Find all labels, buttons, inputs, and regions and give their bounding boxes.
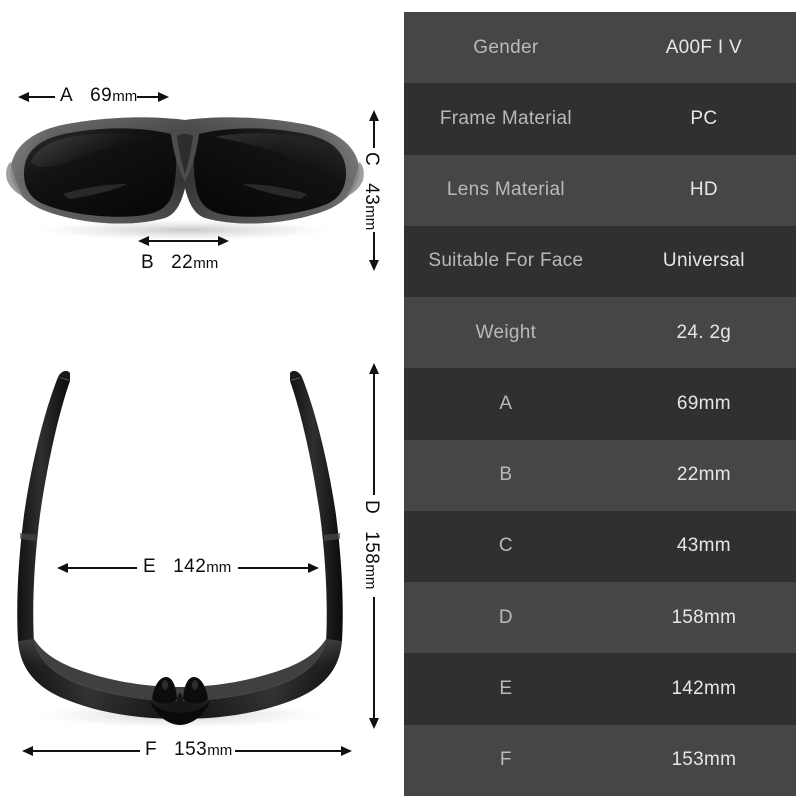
dimension-b-unit: mm [193, 255, 219, 272]
dimension-c-letter: C [361, 152, 382, 167]
spec-value: 142mm [671, 678, 737, 700]
spec-key: B [499, 464, 513, 486]
product-spec-image: A 69mm B 22mm C 43mm D 158mm E 142mm F 1… [0, 0, 800, 800]
spec-value: Universal [662, 250, 745, 272]
dimension-d-letter: D [361, 500, 382, 515]
spec-key: Suitable For Face [428, 250, 584, 272]
spec-key: Gender [473, 36, 539, 58]
spec-key: Lens Material [446, 179, 565, 201]
sunglasses-top-image [17, 370, 343, 729]
table-row: C 43mm [404, 510, 796, 583]
dimension-d-unit: mm [362, 564, 379, 590]
spec-key: Weight [475, 321, 537, 343]
spec-value: 22mm [676, 464, 731, 486]
table-row: Lens Material HD [404, 154, 796, 226]
table-row: F 153mm [404, 724, 796, 796]
table-row: E 142mm [404, 653, 796, 725]
dimension-c-unit: mm [362, 205, 379, 231]
table-row: D 158mm [404, 582, 796, 654]
dimension-f-letter: F [145, 739, 158, 760]
spec-value: HD [689, 179, 718, 201]
spec-value: 69mm [676, 392, 731, 414]
spec-key: E [499, 678, 513, 700]
table-row: Weight 24. 2g [404, 297, 796, 369]
table-row: Gender A00F I V [404, 12, 796, 84]
dimension-f-label: F 153mm [145, 739, 232, 761]
dimension-b-value: 22 [171, 252, 194, 273]
dimension-d-value: 158 [361, 531, 382, 565]
dimension-d-label: D 158mm [360, 500, 382, 589]
dimension-b-label: B 22mm [141, 252, 218, 274]
dimension-f-unit: mm [207, 742, 233, 759]
spec-key: F [499, 749, 512, 771]
dimension-b-letter: B [141, 252, 155, 273]
dimension-a-label: A 69mm [60, 85, 137, 107]
spec-value: 153mm [671, 749, 737, 771]
dimension-e-label: E 142mm [143, 556, 231, 578]
spec-key: D [498, 606, 513, 628]
product-illustration-panel: A 69mm B 22mm C 43mm D 158mm E 142mm F 1… [0, 0, 400, 800]
dimension-f-value: 153 [174, 739, 208, 760]
table-row: B 22mm [404, 439, 796, 511]
dimension-e-value: 142 [173, 556, 207, 577]
dimension-e-letter: E [143, 556, 157, 577]
dimension-a-unit: mm [112, 88, 138, 105]
spec-value: A00F I V [665, 36, 743, 58]
dimension-e-unit: mm [206, 559, 232, 576]
dimension-a-letter: A [60, 85, 74, 106]
dimension-a-value: 69 [90, 85, 113, 106]
table-row: A 69mm [404, 368, 796, 440]
spec-value: PC [690, 107, 718, 129]
spec-key: A [499, 392, 513, 414]
spec-key: C [498, 535, 513, 557]
specification-table: Gender A00F I V Frame Material PC Lens M… [404, 12, 796, 796]
spec-value: 24. 2g [676, 321, 732, 343]
table-row: Frame Material PC [404, 83, 796, 155]
dimension-c-value: 43 [361, 183, 382, 206]
spec-key: Frame Material [439, 107, 572, 129]
spec-value: 43mm [676, 535, 731, 557]
table-row: Suitable For Face Universal [404, 225, 796, 298]
dimension-c-label: C 43mm [360, 152, 382, 230]
sunglasses-front-image [6, 117, 364, 241]
spec-value: 158mm [671, 606, 737, 628]
